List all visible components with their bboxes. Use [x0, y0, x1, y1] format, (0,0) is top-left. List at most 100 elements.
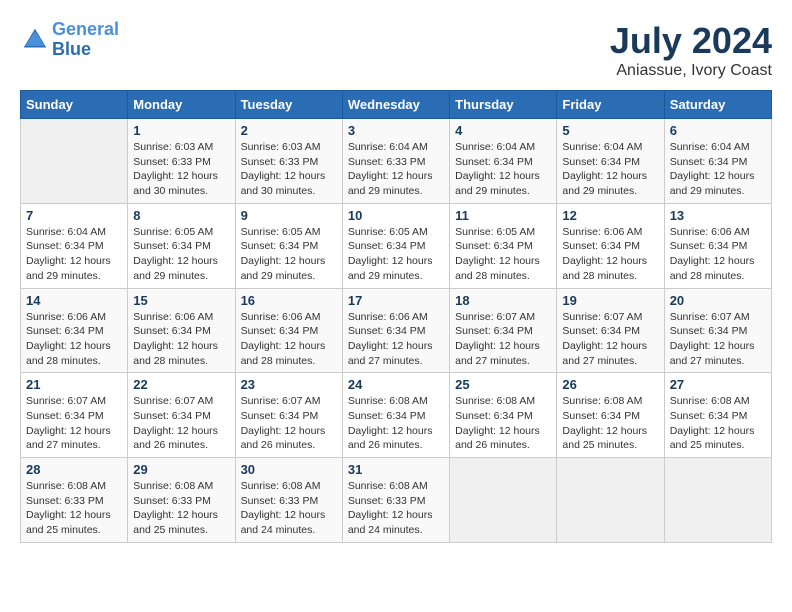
day-info: Sunrise: 6:08 AM Sunset: 6:34 PM Dayligh…	[455, 394, 551, 453]
day-number: 7	[26, 208, 122, 223]
day-info: Sunrise: 6:07 AM Sunset: 6:34 PM Dayligh…	[26, 394, 122, 453]
calendar-cell: 8 Sunrise: 6:05 AM Sunset: 6:34 PM Daylig…	[128, 203, 235, 288]
day-info: Sunrise: 6:07 AM Sunset: 6:34 PM Dayligh…	[133, 394, 229, 453]
day-number: 1	[133, 123, 229, 138]
day-number: 4	[455, 123, 551, 138]
calendar-cell: 30Sunrise: 6:08 AM Sunset: 6:33 PM Dayli…	[235, 458, 342, 543]
calendar-cell: 18Sunrise: 6:07 AM Sunset: 6:34 PM Dayli…	[450, 288, 557, 373]
day-info: Sunrise: 6:03 AM Sunset: 6:33 PM Dayligh…	[133, 140, 229, 199]
calendar-body: 1 Sunrise: 6:03 AM Sunset: 6:33 PM Daylig…	[21, 119, 772, 543]
day-info: Sunrise: 6:06 AM Sunset: 6:34 PM Dayligh…	[562, 225, 658, 284]
day-number: 5	[562, 123, 658, 138]
calendar-week-2: 7 Sunrise: 6:04 AM Sunset: 6:34 PM Daylig…	[21, 203, 772, 288]
calendar-cell: 13 Sunrise: 6:06 AM Sunset: 6:34 PM Dayli…	[664, 203, 771, 288]
calendar-cell: 31Sunrise: 6:08 AM Sunset: 6:33 PM Dayli…	[342, 458, 449, 543]
calendar-cell	[21, 119, 128, 204]
calendar-cell: 23 Sunrise: 6:07 AM Sunset: 6:34 PM Dayli…	[235, 373, 342, 458]
day-number: 22	[133, 377, 229, 392]
calendar-cell: 4 Sunrise: 6:04 AM Sunset: 6:34 PM Daylig…	[450, 119, 557, 204]
day-info: Sunrise: 6:06 AM Sunset: 6:34 PM Dayligh…	[348, 310, 444, 369]
day-number: 13	[670, 208, 766, 223]
day-info: Sunrise: 6:05 AM Sunset: 6:34 PM Dayligh…	[133, 225, 229, 284]
page-header: General Blue July 2024 Aniassue, Ivory C…	[20, 20, 772, 80]
logo-icon	[20, 25, 50, 55]
day-info: Sunrise: 6:04 AM Sunset: 6:34 PM Dayligh…	[455, 140, 551, 199]
day-number: 21	[26, 377, 122, 392]
logo: General Blue	[20, 20, 119, 60]
logo-text: General Blue	[52, 20, 119, 60]
calendar-cell: 20 Sunrise: 6:07 AM Sunset: 6:34 PM Dayli…	[664, 288, 771, 373]
calendar-cell: 24 Sunrise: 6:08 AM Sunset: 6:34 PM Dayli…	[342, 373, 449, 458]
day-info: Sunrise: 6:04 AM Sunset: 6:34 PM Dayligh…	[26, 225, 122, 284]
day-info: Sunrise: 6:04 AM Sunset: 6:34 PM Dayligh…	[562, 140, 658, 199]
calendar-cell: 15Sunrise: 6:06 AM Sunset: 6:34 PM Dayli…	[128, 288, 235, 373]
calendar-table: SundayMondayTuesdayWednesdayThursdayFrid…	[20, 90, 772, 543]
day-number: 20	[670, 293, 766, 308]
title-block: July 2024 Aniassue, Ivory Coast	[610, 20, 772, 80]
day-number: 19	[562, 293, 658, 308]
weekday-header-sunday: Sunday	[21, 91, 128, 119]
calendar-cell	[664, 458, 771, 543]
day-number: 30	[241, 462, 337, 477]
calendar-cell: 5 Sunrise: 6:04 AM Sunset: 6:34 PM Daylig…	[557, 119, 664, 204]
weekday-row: SundayMondayTuesdayWednesdayThursdayFrid…	[21, 91, 772, 119]
calendar-cell: 10 Sunrise: 6:05 AM Sunset: 6:34 PM Dayli…	[342, 203, 449, 288]
day-info: Sunrise: 6:04 AM Sunset: 6:33 PM Dayligh…	[348, 140, 444, 199]
day-number: 23	[241, 377, 337, 392]
day-number: 12	[562, 208, 658, 223]
day-number: 14	[26, 293, 122, 308]
calendar-week-4: 21 Sunrise: 6:07 AM Sunset: 6:34 PM Dayli…	[21, 373, 772, 458]
calendar-cell: 17Sunrise: 6:06 AM Sunset: 6:34 PM Dayli…	[342, 288, 449, 373]
day-number: 24	[348, 377, 444, 392]
calendar-cell: 2Sunrise: 6:03 AM Sunset: 6:33 PM Daylig…	[235, 119, 342, 204]
weekday-header-friday: Friday	[557, 91, 664, 119]
weekday-header-saturday: Saturday	[664, 91, 771, 119]
day-info: Sunrise: 6:05 AM Sunset: 6:34 PM Dayligh…	[455, 225, 551, 284]
calendar-cell	[450, 458, 557, 543]
day-info: Sunrise: 6:07 AM Sunset: 6:34 PM Dayligh…	[562, 310, 658, 369]
calendar-cell: 3 Sunrise: 6:04 AM Sunset: 6:33 PM Daylig…	[342, 119, 449, 204]
calendar-header: SundayMondayTuesdayWednesdayThursdayFrid…	[21, 91, 772, 119]
day-info: Sunrise: 6:08 AM Sunset: 6:34 PM Dayligh…	[670, 394, 766, 453]
calendar-cell: 22 Sunrise: 6:07 AM Sunset: 6:34 PM Dayli…	[128, 373, 235, 458]
calendar-cell: 6 Sunrise: 6:04 AM Sunset: 6:34 PM Daylig…	[664, 119, 771, 204]
day-info: Sunrise: 6:07 AM Sunset: 6:34 PM Dayligh…	[455, 310, 551, 369]
calendar-cell: 14Sunrise: 6:06 AM Sunset: 6:34 PM Dayli…	[21, 288, 128, 373]
calendar-week-1: 1 Sunrise: 6:03 AM Sunset: 6:33 PM Daylig…	[21, 119, 772, 204]
day-info: Sunrise: 6:05 AM Sunset: 6:34 PM Dayligh…	[241, 225, 337, 284]
day-info: Sunrise: 6:07 AM Sunset: 6:34 PM Dayligh…	[241, 394, 337, 453]
day-number: 11	[455, 208, 551, 223]
day-info: Sunrise: 6:08 AM Sunset: 6:34 PM Dayligh…	[562, 394, 658, 453]
day-number: 3	[348, 123, 444, 138]
day-info: Sunrise: 6:04 AM Sunset: 6:34 PM Dayligh…	[670, 140, 766, 199]
day-info: Sunrise: 6:05 AM Sunset: 6:34 PM Dayligh…	[348, 225, 444, 284]
day-number: 28	[26, 462, 122, 477]
location: Aniassue, Ivory Coast	[610, 62, 772, 80]
day-info: Sunrise: 6:03 AM Sunset: 6:33 PM Dayligh…	[241, 140, 337, 199]
day-info: Sunrise: 6:08 AM Sunset: 6:34 PM Dayligh…	[348, 394, 444, 453]
calendar-cell: 1 Sunrise: 6:03 AM Sunset: 6:33 PM Daylig…	[128, 119, 235, 204]
day-number: 25	[455, 377, 551, 392]
day-number: 9	[241, 208, 337, 223]
day-number: 10	[348, 208, 444, 223]
day-info: Sunrise: 6:08 AM Sunset: 6:33 PM Dayligh…	[133, 479, 229, 538]
calendar-cell: 9 Sunrise: 6:05 AM Sunset: 6:34 PM Daylig…	[235, 203, 342, 288]
calendar-cell: 26 Sunrise: 6:08 AM Sunset: 6:34 PM Dayli…	[557, 373, 664, 458]
calendar-cell: 28 Sunrise: 6:08 AM Sunset: 6:33 PM Dayli…	[21, 458, 128, 543]
day-info: Sunrise: 6:06 AM Sunset: 6:34 PM Dayligh…	[241, 310, 337, 369]
day-info: Sunrise: 6:07 AM Sunset: 6:34 PM Dayligh…	[670, 310, 766, 369]
calendar-cell: 7 Sunrise: 6:04 AM Sunset: 6:34 PM Daylig…	[21, 203, 128, 288]
weekday-header-monday: Monday	[128, 91, 235, 119]
weekday-header-thursday: Thursday	[450, 91, 557, 119]
calendar-cell: 11 Sunrise: 6:05 AM Sunset: 6:34 PM Dayli…	[450, 203, 557, 288]
day-number: 15	[133, 293, 229, 308]
day-info: Sunrise: 6:08 AM Sunset: 6:33 PM Dayligh…	[26, 479, 122, 538]
calendar-cell: 25 Sunrise: 6:08 AM Sunset: 6:34 PM Dayli…	[450, 373, 557, 458]
day-number: 8	[133, 208, 229, 223]
calendar-cell	[557, 458, 664, 543]
weekday-header-tuesday: Tuesday	[235, 91, 342, 119]
day-number: 6	[670, 123, 766, 138]
calendar-cell: 27Sunrise: 6:08 AM Sunset: 6:34 PM Dayli…	[664, 373, 771, 458]
day-number: 26	[562, 377, 658, 392]
day-info: Sunrise: 6:06 AM Sunset: 6:34 PM Dayligh…	[670, 225, 766, 284]
